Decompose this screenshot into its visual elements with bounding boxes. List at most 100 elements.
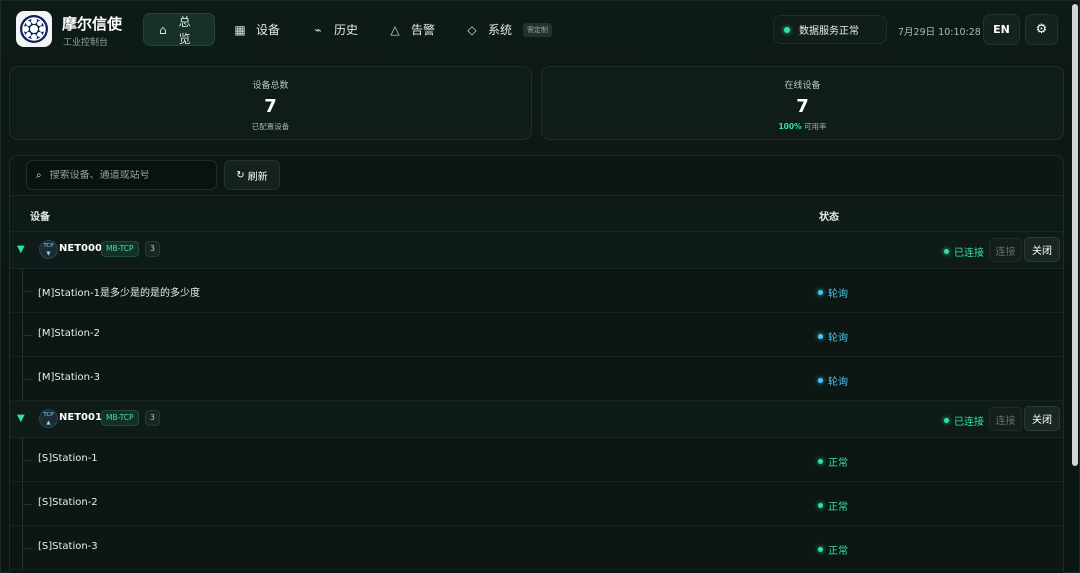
station-name: [M]Station-1是多少是的是的多少度 (38, 288, 200, 299)
trend-icon: ⌁ (314, 22, 322, 37)
app-subtitle: 工业控制台 (63, 38, 109, 48)
refresh-button[interactable]: ↻ 刷新 (224, 160, 280, 190)
network-group-row[interactable]: ▼ TCP ▼ NET000 MB-TCP 3 已连接 连接 关闭 (10, 232, 1063, 269)
station-name: [S]Station-3 (38, 541, 98, 552)
stat-card-total-devices: 设备总数 7 已配置设备 (9, 66, 532, 140)
station-name: [M]Station-3 (38, 372, 100, 383)
station-count-badge: 3 (145, 241, 160, 257)
status-dot-icon (818, 334, 823, 339)
nav-tab-alarms[interactable]: △ 告警 (376, 13, 447, 46)
vertical-scrollbar[interactable] (1072, 4, 1078, 466)
nav-tab-label: 告警 (411, 23, 436, 37)
search-input[interactable] (49, 169, 200, 181)
tcp-icon-label: TCP (43, 243, 54, 249)
stat-card-online-devices: 在线设备 7 100% 可用率 (541, 66, 1064, 140)
status-dot-icon (818, 503, 823, 508)
station-status-text: 正常 (828, 458, 848, 469)
close-connection-button[interactable]: 关闭 (1024, 237, 1060, 262)
stat-label: 设备总数 (252, 81, 289, 91)
station-status: 正常 (818, 542, 848, 557)
connection-status-text: 已连接 (954, 417, 984, 428)
station-count-badge: 3 (145, 410, 160, 426)
network-name: NET000 (59, 243, 102, 254)
service-status-indicator: 数据服务正常 (773, 15, 887, 44)
tcp-icon-arrow: ▲ (46, 420, 51, 426)
station-status: 正常 (818, 454, 848, 469)
nav-tab-devices[interactable]: ▦ 设备 (221, 13, 292, 46)
clock-datetime: 7月29日 10:10:28 (898, 27, 981, 38)
home-icon: ⌂ (159, 22, 167, 37)
station-row[interactable]: [M]Station-2 轮询 (10, 313, 1063, 357)
availability-percent: 100% (778, 122, 802, 131)
station-row[interactable]: [M]Station-1是多少是的是的多少度 轮询 (10, 269, 1063, 313)
stat-value: 7 (796, 96, 809, 117)
search-box[interactable]: ⌕ (26, 160, 217, 190)
nav-tab-label: 系统 (488, 23, 513, 37)
stat-value: 7 (264, 96, 277, 117)
stat-sub: 已配置设备 (251, 122, 290, 131)
station-status-text: 轮询 (828, 333, 848, 344)
availability-label: 可用率 (801, 122, 827, 131)
tcp-icon: TCP ▲ (39, 409, 58, 428)
nav-tab-label: 总览 (178, 14, 191, 46)
language-toggle-button[interactable]: EN (983, 14, 1020, 45)
custom-badge: 需定制 (523, 22, 553, 37)
close-connection-button[interactable]: 关闭 (1024, 406, 1060, 431)
nav-tab-history[interactable]: ⌁ 历史 (299, 13, 370, 46)
network-name: NET001 (59, 412, 102, 423)
tree-line (22, 335, 32, 336)
nav-tab-label: 历史 (334, 23, 359, 37)
tcp-icon-arrow: ▼ (46, 251, 51, 257)
station-status-text: 正常 (828, 546, 848, 557)
protocol-tag: MB-TCP (101, 241, 139, 257)
station-row[interactable]: [S]Station-1 正常 (10, 438, 1063, 482)
station-status-text: 正常 (828, 502, 848, 513)
connect-button[interactable]: 连接 (989, 238, 1022, 262)
nav-tab-overview[interactable]: ⌂ 总览 (143, 13, 215, 46)
tcp-icon: TCP ▼ (39, 240, 58, 259)
top-header: 摩尔信使 工业控制台 ⌂ 总览 ▦ 设备 ⌁ 历史 △ 告警 ◇ 系统 需定制 … (1, 1, 1080, 59)
stat-label: 在线设备 (784, 81, 821, 91)
status-dot-icon (818, 290, 823, 295)
station-status: 轮询 (818, 373, 848, 388)
grid-icon: ▦ (234, 22, 246, 37)
connection-status-text: 已连接 (954, 248, 984, 259)
column-header-device: 设备 (30, 212, 50, 223)
collapse-caret-icon[interactable]: ▼ (17, 413, 25, 424)
connect-button[interactable]: 连接 (989, 407, 1022, 431)
settings-gear-icon[interactable]: ⚙ (1025, 14, 1058, 45)
nav-tab-label: 设备 (256, 23, 281, 37)
collapse-caret-icon[interactable]: ▼ (17, 244, 25, 255)
station-row[interactable]: [S]Station-2 正常 (10, 482, 1063, 526)
network-group-row[interactable]: ▼ TCP ▲ NET001 MB-TCP 3 已连接 连接 关闭 (10, 401, 1063, 438)
connection-status: 已连接 (944, 244, 984, 259)
tree-line (22, 548, 32, 549)
station-status: 轮询 (818, 285, 848, 300)
status-dot-icon (818, 459, 823, 464)
status-dot-icon (944, 418, 949, 423)
service-status-text: 数据服务正常 (799, 26, 859, 37)
station-status-text: 轮询 (828, 289, 848, 300)
nav-tab-system[interactable]: ◇ 系统 需定制 (453, 13, 564, 46)
station-row[interactable]: [S]Station-3 正常 (10, 526, 1063, 570)
tcp-icon-label: TCP (43, 412, 54, 418)
alert-triangle-icon: △ (390, 22, 400, 37)
status-dot-icon (818, 547, 823, 552)
column-header-status: 状态 (819, 212, 839, 223)
station-status-text: 轮询 (828, 377, 848, 388)
app-title: 摩尔信使 (62, 15, 123, 33)
refresh-icon: ↻ (236, 169, 245, 181)
status-dot-icon (784, 26, 790, 33)
app-window: 摩尔信使 工业控制台 ⌂ 总览 ▦ 设备 ⌁ 历史 △ 告警 ◇ 系统 需定制 … (0, 0, 1080, 573)
search-icon: ⌕ (36, 169, 42, 181)
app-logo (16, 11, 52, 47)
station-row[interactable]: [M]Station-3 轮询 (10, 357, 1063, 401)
connection-status: 已连接 (944, 413, 984, 428)
protocol-tag: MB-TCP (101, 410, 139, 426)
station-status: 正常 (818, 498, 848, 513)
tree-line (22, 460, 32, 461)
refresh-label: 刷新 (247, 171, 268, 183)
diamond-icon: ◇ (467, 22, 477, 37)
table-header: 设备 状态 (10, 195, 1063, 232)
stat-sub: 100% 可用率 (542, 121, 1063, 132)
